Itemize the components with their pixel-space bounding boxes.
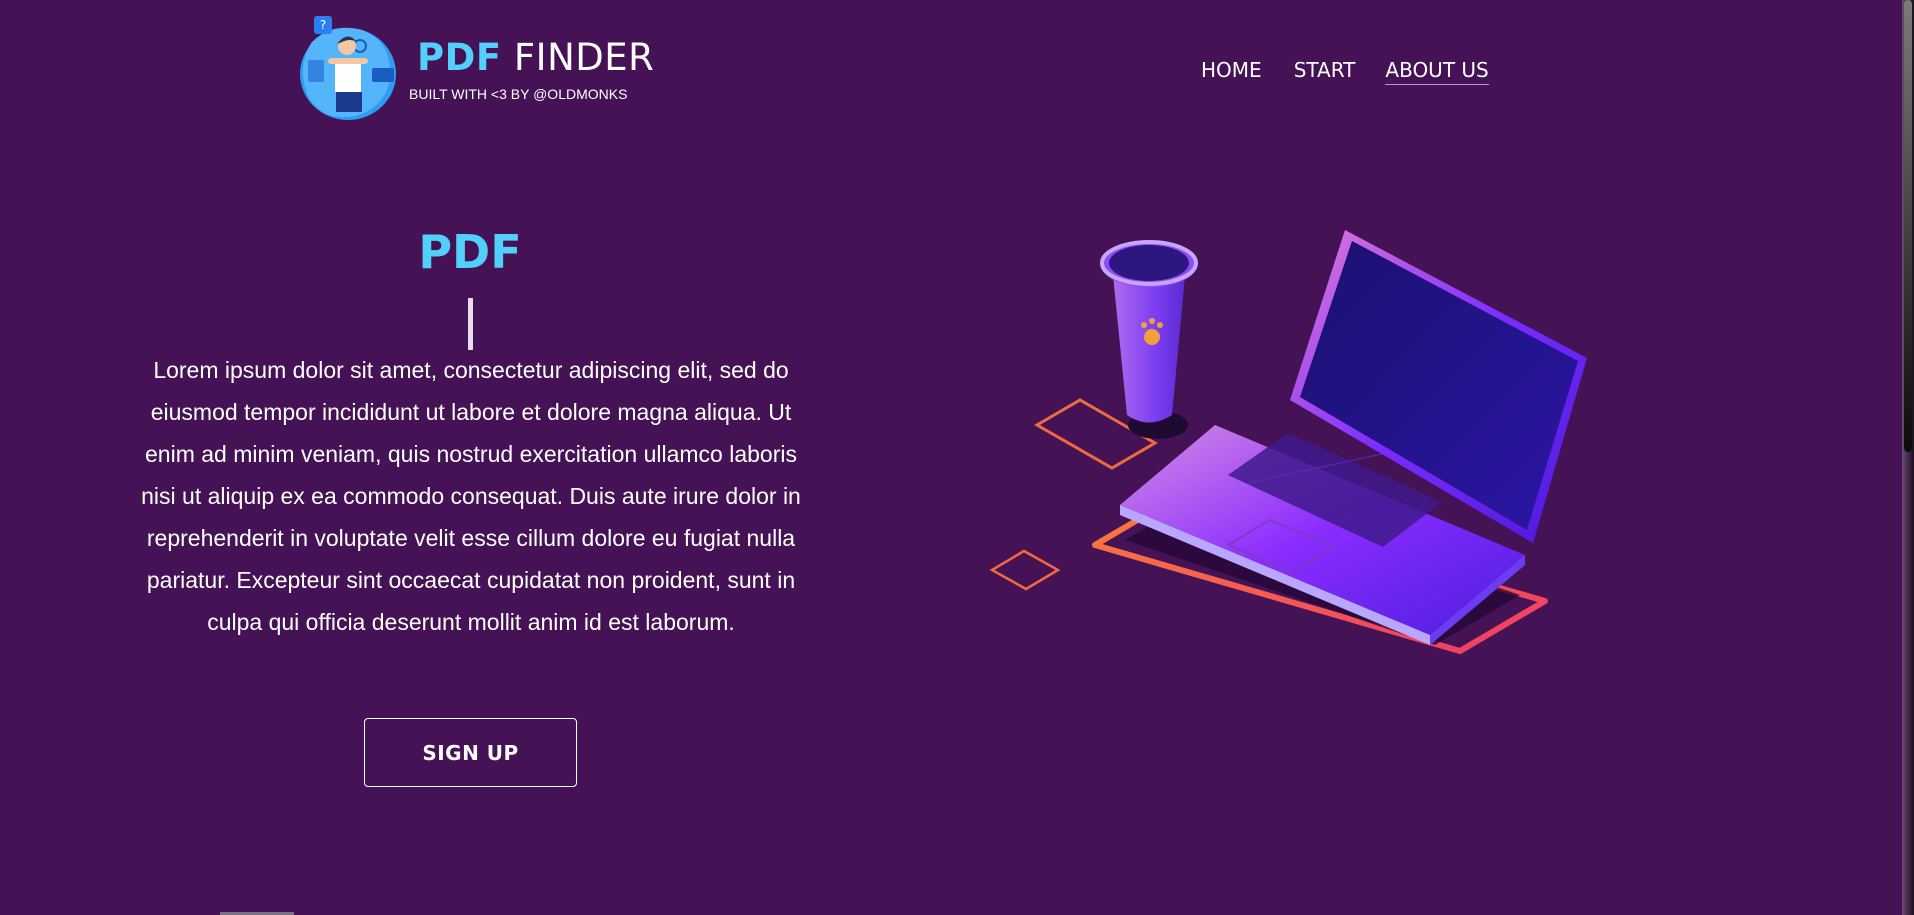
main-nav: HOME START ABOUT US (1201, 56, 1489, 85)
brand-subtitle: BUILT WITH <3 BY @OLDMONKS (409, 86, 628, 102)
logo-badge: ? (320, 18, 326, 32)
logo-illustration[interactable]: ? (292, 12, 404, 124)
nav-home-link[interactable]: HOME (1201, 56, 1262, 85)
typing-cursor (468, 298, 473, 350)
vertical-scrollbar-thumb[interactable] (1904, 0, 1912, 452)
vertical-scrollbar[interactable] (1902, 0, 1914, 915)
brand-title[interactable]: PDF FINDER (417, 34, 654, 82)
brand-title-accent: PDF (417, 36, 502, 79)
landing-page: ? PDF FINDER BUILT WITH <3 BY @OLDMONKS … (0, 0, 1914, 915)
laptop-coffee-illustration (989, 230, 1587, 654)
nav-about-us-link[interactable]: ABOUT US (1385, 56, 1489, 85)
hero-title: PDF (418, 225, 522, 279)
brand-title-rest: FINDER (501, 36, 655, 79)
hero-paragraph: Lorem ipsum dolor sit amet, consectetur … (141, 357, 801, 635)
sign-up-button[interactable]: SIGN UP (364, 718, 577, 787)
nav-start-link[interactable]: START (1294, 56, 1356, 85)
